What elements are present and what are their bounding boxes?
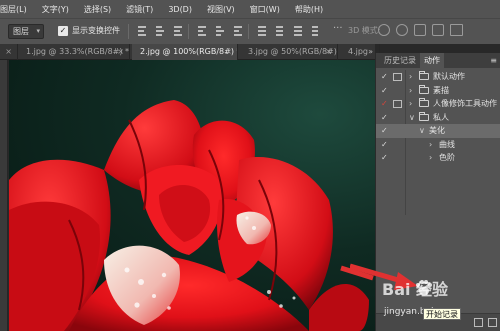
align-top-icon[interactable] (137, 25, 147, 37)
menu-item[interactable]: 文字(Y) (42, 4, 69, 15)
chevron-down-icon: ▾ (36, 27, 40, 35)
folder-icon (419, 98, 429, 107)
more-options-icon[interactable]: ··· (333, 23, 343, 34)
pan-3d-icon[interactable] (414, 24, 426, 36)
align-left-icon[interactable] (197, 25, 207, 37)
camera-3d-icon[interactable] (450, 24, 463, 36)
chevron-right-icon[interactable]: › (429, 138, 432, 152)
action-row[interactable]: ✓ › 默认动作 (376, 70, 500, 84)
close-icon[interactable]: × (117, 44, 124, 60)
menu-item[interactable]: 选择(S) (84, 4, 111, 15)
menu-item[interactable]: 滤镜(T) (126, 4, 153, 15)
rose-photo (9, 100, 369, 331)
orbit-3d-icon[interactable] (378, 24, 390, 36)
chevron-right-icon[interactable]: › (429, 151, 432, 165)
folder-icon (419, 71, 429, 80)
close-icon[interactable]: × (325, 44, 332, 60)
menu-item[interactable]: 3D(D) (168, 5, 192, 14)
divider (128, 24, 129, 39)
menu-item[interactable]: 视图(V) (207, 4, 235, 15)
action-row[interactable]: ✓ › 曲线 (376, 138, 500, 152)
menu-item[interactable]: 窗口(W) (250, 4, 280, 15)
action-label: 曲线 (439, 139, 455, 149)
distribute-top-icon[interactable] (257, 25, 267, 37)
auto-select-dropdown[interactable]: 图层 ▾ (8, 24, 44, 39)
folder-icon (419, 111, 429, 121)
align-bottom-icon[interactable] (173, 25, 183, 37)
align-vcenter-icon[interactable] (155, 25, 165, 37)
roll-3d-icon[interactable] (396, 24, 408, 36)
document-tab[interactable]: 2.jpg @ 100%(RGB/8#) * × (132, 44, 238, 60)
action-row[interactable]: ✓ › 色阶 (376, 151, 500, 165)
panel-tabs: ≡ 历史记录 动作 (376, 53, 500, 68)
divider (188, 24, 189, 39)
panel-tab[interactable]: 动作 (420, 53, 444, 68)
document-canvas[interactable] (9, 60, 375, 331)
check-icon[interactable]: ✓ (381, 138, 388, 152)
menu-item[interactable]: 图层(L) (0, 4, 27, 15)
action-label: 人像修饰工具动作 (433, 99, 497, 108)
chevron-down-icon[interactable]: ∨ (409, 111, 415, 125)
new-action-icon[interactable] (488, 318, 497, 327)
tab-overflow[interactable]: × (0, 44, 18, 60)
tools-panel (0, 60, 8, 331)
chevron-right-icon[interactable]: › (409, 84, 412, 98)
document-tabs: × » 1.jpg @ 33.3%(RGB/8#) * × 2.jpg @ 100%… (0, 44, 380, 60)
chevron-right-icon[interactable]: › (409, 97, 412, 111)
tooltip: 开始记录 (423, 308, 461, 320)
dialog-toggle-icon[interactable] (393, 73, 402, 81)
options-bar: 图层 ▾ ✓ 显示变换控件 ··· 3D 模式: (0, 18, 500, 44)
check-icon[interactable]: ✓ (381, 70, 388, 84)
close-icon[interactable]: × (5, 44, 12, 60)
distribute-bottom-icon[interactable] (293, 25, 303, 37)
slide-3d-icon[interactable] (432, 24, 444, 36)
divider (248, 24, 249, 39)
action-label: 素描 (433, 85, 449, 95)
tab-label: 4.jpg (348, 47, 369, 56)
document-tab[interactable]: 4.jpg (340, 44, 380, 60)
folder-icon (419, 84, 429, 94)
close-icon[interactable]: × (225, 44, 232, 60)
check-icon[interactable]: ✓ (381, 84, 388, 98)
check-icon[interactable]: ✓ (381, 97, 388, 111)
action-row[interactable]: ✓ ∨ 私人 (376, 111, 500, 125)
tab-label: 2.jpg @ 100%(RGB/8#) * (140, 47, 238, 56)
action-row[interactable]: ✓ ∨ 美化 (376, 124, 500, 138)
panel-menu-icon[interactable]: ≡ (490, 53, 497, 68)
check-icon[interactable]: ✓ (381, 151, 388, 165)
distribute-vcenter-icon[interactable] (275, 25, 285, 37)
new-set-folder-icon[interactable] (474, 318, 483, 327)
panel-tab[interactable]: 历史记录 (380, 53, 420, 68)
show-transform-checkbox[interactable]: ✓ (58, 26, 68, 36)
chevron-right-icon[interactable]: › (409, 70, 412, 84)
3d-mode-label: 3D 模式: (348, 26, 381, 35)
action-label: 默认动作 (433, 72, 465, 81)
chevron-down-icon[interactable]: ∨ (419, 124, 425, 138)
menu-item[interactable]: 帮助(H) (295, 4, 323, 15)
dialog-toggle-icon[interactable] (393, 100, 402, 108)
auto-select-value: 图层 (13, 27, 29, 36)
document-tab[interactable]: 1.jpg @ 33.3%(RGB/8#) * × (18, 44, 130, 60)
action-label: 色阶 (439, 153, 455, 162)
align-hcenter-icon[interactable] (215, 25, 225, 37)
action-label: 美化 (429, 126, 445, 135)
check-icon[interactable]: ✓ (381, 124, 388, 138)
menubar: 图层(L) 文字(Y) 选择(S) 滤镜(T) 3D(D) 视图(V) 窗口(W) 帮助(H) (0, 0, 500, 18)
actions-list: ✓ › 默认动作 ✓ › 素描 ✓ › 人像修饰工具动作 ✓ ∨ 私人 ✓ ∨ 美化 ✓ › 曲线 ✓ › 色阶 (376, 70, 500, 165)
action-row[interactable]: ✓ › 素描 (376, 84, 500, 98)
distribute-horizontal-icon[interactable] (311, 25, 321, 37)
action-row[interactable]: ✓ › 人像修饰工具动作 (376, 97, 500, 111)
watermark-brand: Bai 经验 (382, 280, 449, 299)
tab-label: 1.jpg @ 33.3%(RGB/8#) * (26, 47, 130, 56)
align-right-icon[interactable] (233, 25, 243, 37)
action-label: 私人 (433, 112, 449, 122)
show-transform-label: 显示变换控件 (72, 26, 120, 35)
document-tab[interactable]: 3.jpg @ 50%(RGB/8#) * × (240, 44, 338, 60)
check-icon[interactable]: ✓ (381, 111, 388, 125)
